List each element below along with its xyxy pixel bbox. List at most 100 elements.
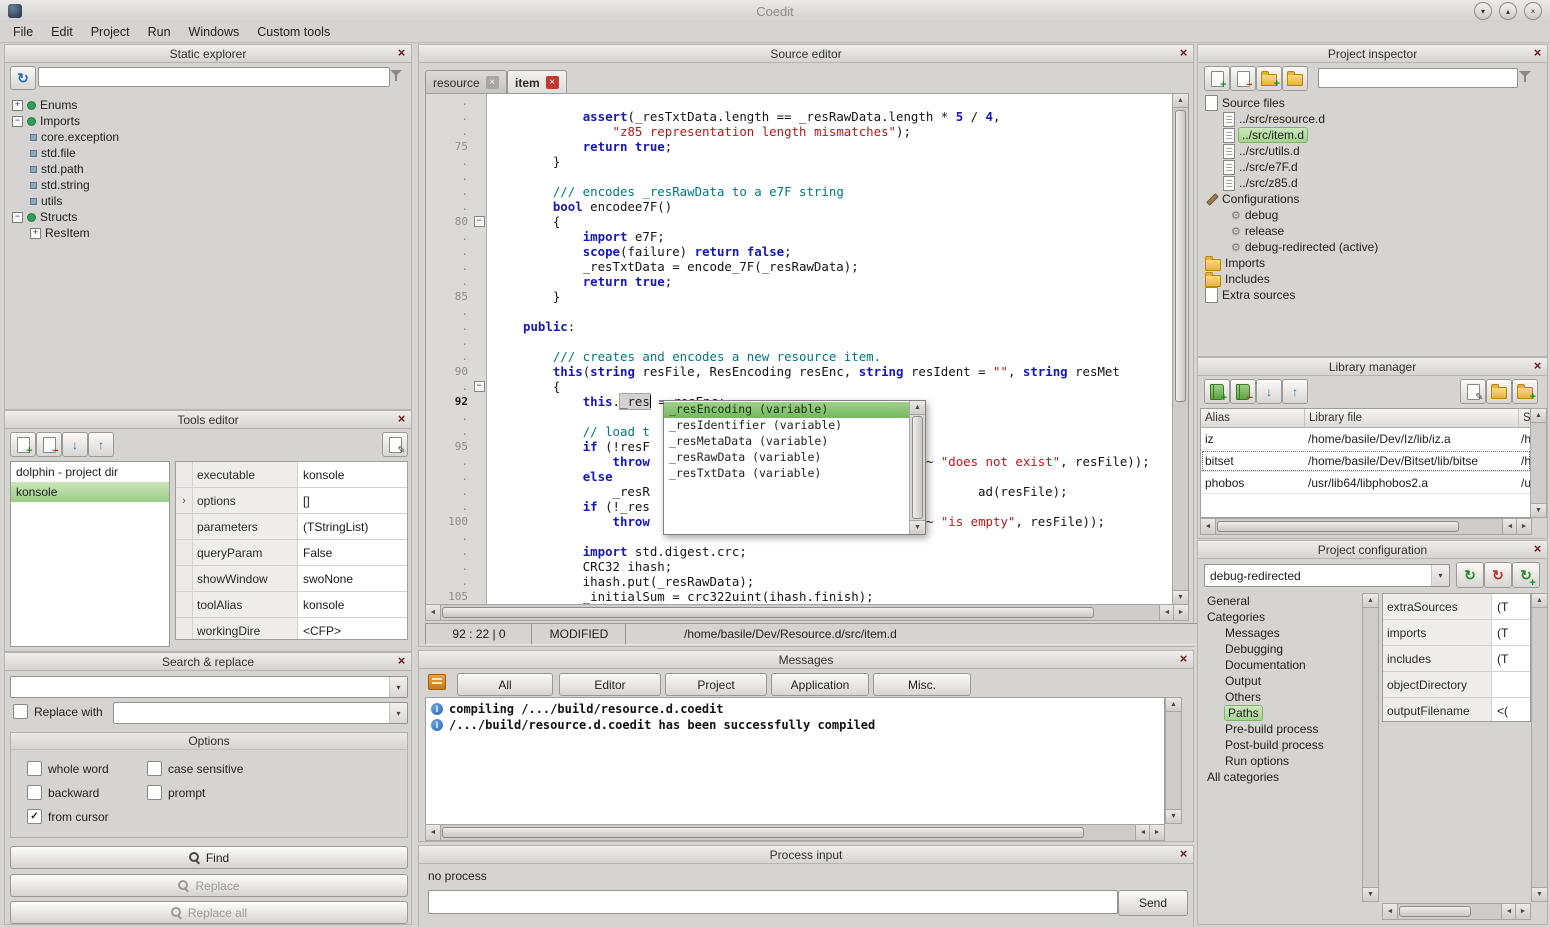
- scrollbar-thumb[interactable]: [912, 416, 923, 519]
- scroll-down-icon[interactable]: ▼: [1173, 590, 1188, 604]
- grid-vscrollbar[interactable]: ▲ ▼: [1531, 593, 1548, 902]
- tree-item-imports[interactable]: − Imports: [7, 113, 409, 129]
- expander-icon[interactable]: +: [30, 228, 41, 239]
- tree-item-resitem[interactable]: + ResItem: [7, 225, 409, 241]
- process-input-field[interactable]: [428, 890, 1118, 914]
- expander-icon[interactable]: +: [12, 100, 23, 111]
- close-panel-icon[interactable]: ×: [1530, 45, 1545, 61]
- execute-tool-button[interactable]: [382, 432, 408, 457]
- replace-combobox[interactable]: ▾: [113, 702, 408, 724]
- tree-item-z85-d[interactable]: ../src/z85.d: [1200, 175, 1545, 191]
- shade-window-button[interactable]: ▾: [1474, 2, 1492, 20]
- tree-item-resource-d[interactable]: ../src/resource.d: [1200, 111, 1545, 127]
- replace-button[interactable]: Replace: [10, 874, 408, 897]
- open-folder-button[interactable]: [1282, 66, 1308, 91]
- tree-item-enums[interactable]: + Enums: [7, 97, 409, 113]
- messages-vscrollbar[interactable]: ▲ ▼: [1165, 697, 1182, 824]
- close-panel-icon[interactable]: ×: [1530, 358, 1545, 374]
- property-value[interactable]: (T: [1492, 594, 1530, 619]
- tool-item-selected[interactable]: konsole: [11, 482, 169, 502]
- scroll-up-icon[interactable]: ▲: [1363, 594, 1378, 608]
- close-panel-icon[interactable]: ×: [394, 653, 409, 669]
- property-row[interactable]: › options []: [176, 488, 407, 514]
- find-button[interactable]: Find: [10, 846, 408, 869]
- tree-item-debugging[interactable]: Debugging: [1202, 641, 1360, 657]
- library-vscrollbar[interactable]: ▲ ▼: [1530, 408, 1547, 518]
- replace-all-button[interactable]: Replace all: [10, 901, 408, 924]
- tree-item-configurations[interactable]: Configurations: [1200, 191, 1545, 207]
- tree-item-structs[interactable]: − Structs: [7, 209, 409, 225]
- property-value[interactable]: False: [298, 540, 407, 565]
- move-library-down-button[interactable]: ↓: [1256, 379, 1282, 404]
- scroll-down-icon[interactable]: ▼: [1363, 887, 1378, 901]
- tree-item-utils-d[interactable]: ../src/utils.d: [1200, 143, 1545, 159]
- add-configuration-button[interactable]: ↻: [1512, 562, 1540, 588]
- replace-with-toggle[interactable]: Replace with: [13, 704, 103, 719]
- backward-option[interactable]: backward: [27, 785, 99, 800]
- move-tool-down-button[interactable]: ↓: [62, 432, 88, 457]
- add-library-folder-button[interactable]: [1512, 379, 1538, 404]
- property-value[interactable]: []: [298, 488, 407, 513]
- tree-item-messages[interactable]: Messages: [1202, 625, 1360, 641]
- scroll-right-icon[interactable]: ►: [1173, 605, 1188, 620]
- property-value[interactable]: (TStringList): [298, 514, 407, 539]
- scroll-down-icon[interactable]: ▼: [1532, 887, 1547, 901]
- scroll-down-icon[interactable]: ▼: [910, 520, 925, 534]
- messages-list[interactable]: i compiling /.../build/resource.d.coedit…: [425, 697, 1165, 827]
- refresh-button[interactable]: ↻: [10, 66, 36, 90]
- property-row[interactable]: workingDire <CFP>: [176, 618, 407, 640]
- property-value[interactable]: swoNone: [298, 566, 407, 591]
- close-panel-icon[interactable]: ×: [1176, 45, 1191, 61]
- completion-item[interactable]: _resIdentifier (variable): [664, 418, 909, 434]
- column-alias[interactable]: Alias: [1201, 409, 1305, 427]
- property-value[interactable]: <CFP>: [298, 618, 407, 640]
- tab-project[interactable]: Project: [665, 673, 767, 696]
- property-row[interactable]: extraSources (T: [1383, 594, 1530, 620]
- menu-project[interactable]: Project: [82, 23, 139, 41]
- scrollbar-thumb[interactable]: [442, 827, 1084, 838]
- editor-vscrollbar[interactable]: ▲ ▼: [1172, 94, 1188, 604]
- property-value[interactable]: konsole: [298, 592, 407, 617]
- close-tab-icon[interactable]: ×: [546, 76, 559, 89]
- table-row[interactable]: bitset /home/basile/Dev/Bitset/lib/bitse…: [1201, 450, 1531, 472]
- replace-term-input[interactable]: [114, 703, 389, 723]
- combo-arrow-icon[interactable]: ▾: [389, 677, 407, 697]
- sync-configuration-button[interactable]: ↻: [1456, 562, 1484, 588]
- tree-item-run-options[interactable]: Run options: [1202, 753, 1360, 769]
- tab-all[interactable]: All: [457, 673, 553, 696]
- tree-item-pre-build[interactable]: Pre-build process: [1202, 721, 1360, 737]
- property-row[interactable]: objectDirectory: [1383, 672, 1530, 698]
- add-folder-button[interactable]: [1256, 66, 1282, 91]
- tree-item-imports[interactable]: Imports: [1200, 255, 1545, 271]
- close-window-button[interactable]: ×: [1524, 2, 1542, 20]
- tree-item-output[interactable]: Output: [1202, 673, 1360, 689]
- tree-item-std-string[interactable]: std.string: [7, 177, 409, 193]
- expander-icon[interactable]: −: [12, 212, 23, 223]
- scrollbar-thumb[interactable]: [1175, 110, 1186, 402]
- tab-misc[interactable]: Misc.: [873, 673, 971, 696]
- prompt-option[interactable]: prompt: [147, 785, 205, 800]
- scroll-left-icon[interactable]: ◄: [1201, 519, 1216, 534]
- property-value[interactable]: <(: [1492, 698, 1530, 722]
- table-row[interactable]: phobos /usr/lib64/libphobos2.a /us: [1201, 472, 1531, 494]
- tree-item-item-d-selected[interactable]: ../src/item.d: [1200, 127, 1545, 143]
- scroll-down-icon[interactable]: ▼: [1531, 503, 1546, 517]
- tree-item-debug-redirected[interactable]: ⚙ debug-redirected (active): [1200, 239, 1545, 255]
- close-panel-icon[interactable]: ×: [394, 411, 409, 427]
- scroll-up-icon[interactable]: ▲: [910, 401, 925, 415]
- menu-file[interactable]: File: [4, 23, 42, 41]
- scrollbar-thumb[interactable]: [1399, 906, 1471, 917]
- completion-item[interactable]: _resTxtData (variable): [664, 466, 909, 482]
- tree-item-general[interactable]: General: [1202, 593, 1360, 609]
- tab-application[interactable]: Application: [771, 673, 869, 696]
- from-cursor-checkbox[interactable]: ✓: [27, 809, 42, 824]
- tree-item-others[interactable]: Others: [1202, 689, 1360, 705]
- expander-icon[interactable]: −: [12, 116, 23, 127]
- inspector-search-input[interactable]: [1318, 68, 1518, 88]
- tree-item-std-file[interactable]: std.file: [7, 145, 409, 161]
- property-value[interactable]: (T: [1492, 646, 1530, 671]
- scroll-left-icon[interactable]: ◄: [426, 605, 441, 620]
- maximize-window-button[interactable]: ▴: [1499, 2, 1517, 20]
- remove-tool-button[interactable]: [36, 432, 62, 457]
- tree-item-debug[interactable]: ⚙ debug: [1200, 207, 1545, 223]
